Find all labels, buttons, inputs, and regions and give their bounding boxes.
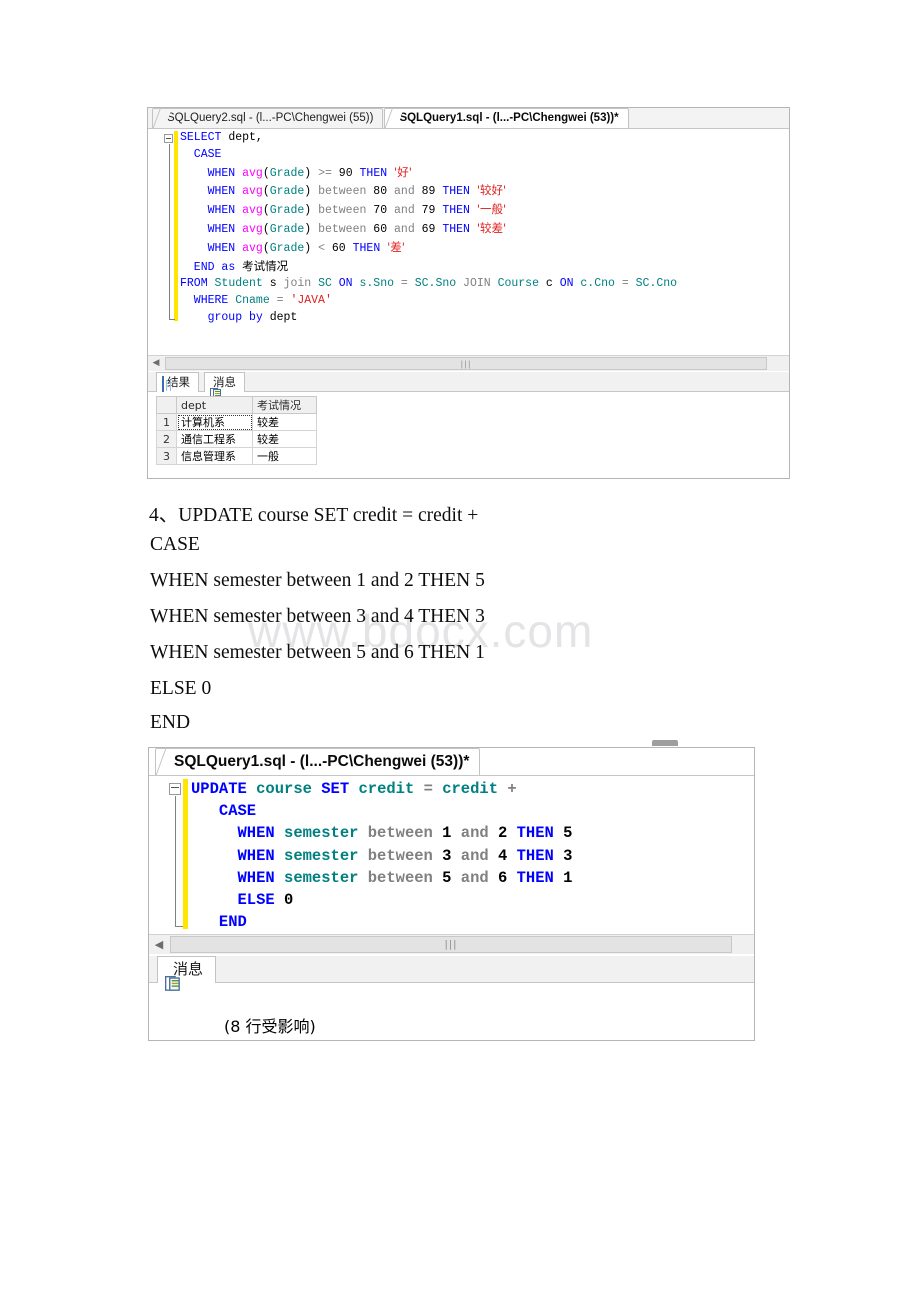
fold-guide-foot-bottom	[175, 926, 183, 927]
doc-paragraph-3: WHEN semester between 1 and 2 THEN 5	[150, 570, 485, 591]
messages-output-text: (8 行受影响)	[223, 1017, 316, 1036]
unsaved-change-bar-bottom	[183, 779, 188, 929]
fold-guide-top	[169, 144, 170, 319]
cell-status[interactable]: 一般	[252, 447, 317, 465]
code-line: CASE	[191, 802, 257, 821]
sql-editor-top[interactable]: SELECT dept, CASE WHEN avg(Grade) >= 90 …	[148, 129, 789, 355]
code-line: SELECT dept,	[180, 131, 263, 144]
code-line: END as 考试情况	[180, 258, 289, 274]
ssms-window-bottom: SQLQuery1.sql - (l...-PC\Chengwei (53))*…	[149, 748, 754, 1040]
row-number-cell[interactable]: 2	[156, 430, 177, 448]
editor-tab-sqlquery1[interactable]: SQLQuery1.sql - (l...-PC\Chengwei (53))*	[384, 108, 629, 128]
table-row[interactable]: 1 计算机系 较差	[156, 413, 317, 431]
table-row[interactable]: 2 通信工程系 较差	[156, 430, 317, 448]
editor-tabstrip-bottom: SQLQuery1.sql - (l...-PC\Chengwei (53))*	[149, 748, 754, 776]
hscroll-thumb-bottom[interactable]: |||	[170, 936, 732, 953]
code-line: WHEN avg(Grade) between 80 and 89 THEN '…	[180, 183, 507, 199]
editor-hscrollbar-top[interactable]: ◀ |||	[148, 355, 789, 371]
doc-paragraph-4: WHEN semester between 3 and 4 THEN 3	[150, 606, 485, 627]
collapse-toggle-bottom[interactable]	[169, 783, 181, 795]
column-header-2[interactable]: 考试情况	[252, 396, 317, 414]
sql-code-bottom: UPDATE course SET credit = credit + CASE…	[191, 778, 572, 933]
hscroll-thumb-top[interactable]: |||	[165, 357, 767, 370]
scroll-left-arrow-top[interactable]: ◀	[149, 357, 163, 370]
row-number-cell[interactable]: 3	[156, 447, 177, 465]
ssms-window-top: SQLQuery2.sql - (l...-PC\Chengwei (55)) …	[148, 108, 789, 478]
hscroll-grip-top: |||	[460, 359, 472, 368]
table-header-row: dept 考试情况	[156, 396, 317, 414]
results-pane-bottom: 消息 (8 行受影响)	[149, 956, 754, 1040]
collapse-toggle-top[interactable]	[164, 134, 173, 143]
editor-tabstrip-top: SQLQuery2.sql - (l...-PC\Chengwei (55)) …	[148, 108, 789, 129]
row-number-cell[interactable]: 1	[156, 413, 177, 431]
tab-results[interactable]: 结果	[156, 372, 199, 392]
code-line: CASE	[180, 147, 222, 161]
editor-gutter-bottom	[149, 776, 182, 934]
doc-paragraph-1: 4、UPDATE course SET credit = credit +	[149, 505, 479, 526]
partial-tab-nub	[652, 740, 678, 746]
editor-tab-sqlquery1-bottom[interactable]: SQLQuery1.sql - (l...-PC\Chengwei (53))*	[155, 748, 481, 775]
tab-messages-label-bottom: 消息	[173, 960, 204, 978]
doc-paragraph-2: CASE	[150, 534, 200, 555]
code-line: FROM Student s join SC ON s.Sno = SC.Sno…	[180, 277, 678, 291]
tab-messages-top[interactable]: 消息	[204, 372, 245, 399]
doc-paragraph-6: ELSE 0	[150, 678, 212, 699]
column-header-rownum[interactable]	[156, 396, 177, 414]
scroll-left-arrow-bottom[interactable]: ◀	[150, 936, 168, 953]
fold-guide-bottom	[175, 796, 176, 926]
cell-status[interactable]: 较差	[252, 430, 317, 448]
code-line: UPDATE course SET credit = credit +	[191, 780, 517, 798]
code-line: WHEN avg(Grade) between 60 and 69 THEN '…	[180, 220, 507, 236]
tab-messages-bottom[interactable]: 消息	[157, 956, 217, 991]
sql-editor-bottom[interactable]: UPDATE course SET credit = credit + CASE…	[149, 776, 754, 934]
unsaved-change-bar-top	[174, 131, 178, 321]
editor-tab-sqlquery2[interactable]: SQLQuery2.sql - (l...-PC\Chengwei (55))	[152, 108, 384, 128]
messages-output: (8 行受影响)	[177, 998, 316, 1052]
fold-guide-foot-top	[169, 319, 175, 320]
cell-dept[interactable]: 信息管理系	[176, 447, 253, 465]
code-line: ELSE 0	[191, 891, 294, 910]
results-tabstrip-top: 结果 消息	[148, 372, 789, 399]
column-header-1[interactable]: dept	[176, 396, 253, 414]
cell-status[interactable]: 较差	[252, 413, 317, 431]
code-line: group by dept	[180, 310, 298, 324]
code-line: WHEN semester between 3 and 4 THEN 3	[191, 846, 573, 865]
code-line: WHEN avg(Grade) >= 90 THEN '好'	[180, 164, 412, 180]
code-line: WHEN semester between 5 and 6 THEN 1	[191, 868, 573, 887]
results-pane-top: 结果 消息 dept 考试情况 1 计算机系 较差 2 通信工程系 较差 3 信息管理系 一般	[148, 371, 789, 478]
sql-code-top: SELECT dept, CASE WHEN avg(Grade) >= 90 …	[180, 130, 677, 327]
tab-messages-label-top: 消息	[213, 375, 236, 389]
editor-gutter-top	[148, 129, 175, 355]
cell-dept[interactable]: 通信工程系	[176, 430, 253, 448]
editor-hscrollbar-bottom[interactable]: ◀ |||	[149, 934, 754, 954]
code-line: END	[191, 913, 247, 932]
tab-results-label: 结果	[167, 375, 190, 389]
grid-icon	[162, 375, 164, 393]
code-line: WHEN avg(Grade) between 70 and 79 THEN '…	[180, 202, 507, 218]
table-row[interactable]: 3 信息管理系 一般	[156, 447, 317, 465]
code-line: WHEN semester between 1 and 2 THEN 5	[191, 824, 573, 843]
results-grid[interactable]: dept 考试情况 1 计算机系 较差 2 通信工程系 较差 3 信息管理系 一般	[156, 396, 317, 465]
hscroll-grip-bottom: |||	[444, 939, 458, 950]
code-line: WHERE Cname = 'JAVA'	[180, 294, 332, 308]
doc-paragraph-5: WHEN semester between 5 and 6 THEN 1	[150, 642, 485, 663]
doc-paragraph-7: END	[150, 712, 191, 733]
results-tabstrip-bottom: 消息	[149, 956, 754, 991]
cell-dept[interactable]: 计算机系	[176, 413, 253, 431]
code-line: WHEN avg(Grade) < 60 THEN '差'	[180, 239, 405, 255]
